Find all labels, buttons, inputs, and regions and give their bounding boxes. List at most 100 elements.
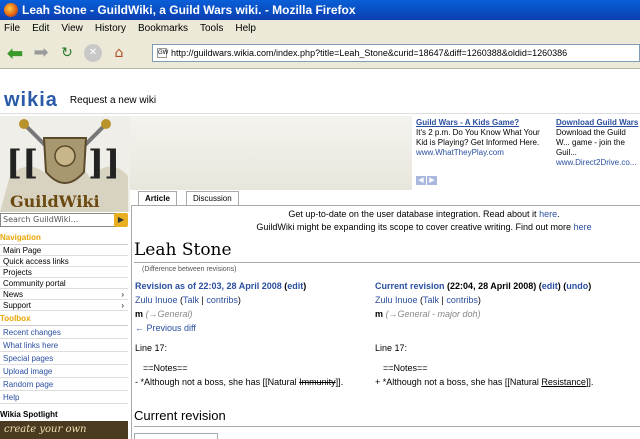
nav-news[interactable]: News › [0, 289, 128, 300]
nav-main-page[interactable]: Main Page [0, 245, 128, 256]
ad-1-body: It's 2 p.m. Do You Know What Your Kid is… [416, 128, 540, 147]
right-rev-summary-line: m (→General - major doh) [375, 307, 640, 321]
left-rev-user[interactable]: Zulu Inuoe [135, 295, 178, 305]
home-icon[interactable]: ⌂ [108, 42, 130, 64]
ad-2-body: Download the Guild W... game - join the … [556, 128, 626, 157]
ad-1-url[interactable]: www.WhatTheyPlay.com [416, 148, 551, 158]
ad-prev-icon[interactable]: ◀ [416, 176, 426, 185]
site-favicon-icon: GW [157, 48, 169, 58]
back-arrow-icon[interactable]: ⬅ [4, 41, 26, 65]
site-notice-link-2[interactable]: here [574, 222, 592, 232]
nav-projects[interactable]: Projects [0, 267, 128, 278]
toolbox-special-pages[interactable]: Special pages [0, 352, 128, 365]
ad-2-headline[interactable]: Download Guild Wars [556, 118, 640, 128]
firefox-icon [4, 3, 18, 17]
toolbox-what-links-here[interactable]: What links here [0, 339, 128, 352]
diff-right-column: Current revision (22:04, 28 April 2008) … [375, 279, 640, 389]
search-input[interactable]: Search GuildWiki... [0, 213, 127, 227]
toolbox-random-page[interactable]: Random page [0, 378, 128, 391]
guildwiki-logo[interactable]: [[ ]] GuildWiki [0, 116, 130, 212]
window-title: Leah Stone - GuildWiki, a Guild Wars wik… [22, 3, 356, 17]
spotlight-heading: Wikia Spotlight [0, 410, 58, 419]
menu-help[interactable]: Help [235, 23, 256, 34]
left-rev-edit-link[interactable]: edit [287, 281, 303, 291]
left-rev-user-line: Zulu Inuoe (Talk | contribs) [135, 295, 241, 305]
right-rev-summary: (→General - major doh) [385, 309, 481, 319]
spotlight-banner[interactable]: create your own [0, 421, 128, 439]
ad-1[interactable]: Guild Wars - A Kids Game? It's 2 p.m. Do… [416, 118, 551, 158]
menu-view[interactable]: View [61, 23, 83, 34]
right-rev-diff-line: + *Although not a boss, she has [[Natura… [375, 375, 640, 389]
menu-edit[interactable]: Edit [32, 23, 49, 34]
right-rev-talk[interactable]: Talk [423, 295, 439, 305]
right-rev-header-link[interactable]: Current revision [375, 281, 445, 291]
wikia-header: wikia Request a new wiki [0, 88, 640, 114]
menu-history[interactable]: History [95, 23, 126, 34]
toolbox-recent-changes[interactable]: Recent changes [0, 326, 128, 339]
title-divider [134, 262, 640, 263]
right-rev-header: Current revision (22:04, 28 April 2008) … [375, 281, 592, 291]
toolbox-heading: Toolbox [0, 314, 31, 323]
left-rev-notes: ==Notes== [143, 363, 188, 373]
site-notice-line1: Get up-to-date on the user database inte… [288, 209, 537, 219]
right-rev-notes: ==Notes== [383, 363, 428, 373]
left-rev-header: Revision as of 22:03, 28 April 2008 (edi… [135, 281, 307, 291]
menu-file[interactable]: File [4, 23, 20, 34]
ad-2-url[interactable]: www.Direct2Drive.co... [556, 158, 640, 168]
stop-icon: ✕ [84, 43, 102, 62]
navigation-heading: Navigation [0, 233, 41, 242]
right-rev-user-line: Zulu Inuoe (Talk | contribs) [375, 295, 481, 305]
tab-article[interactable]: Article [138, 191, 177, 205]
nav-quick-access-links[interactable]: Quick access links [0, 256, 128, 267]
right-diff-suffix: ]]. [585, 377, 594, 387]
left-rev-diff-line: - *Although not a boss, she has [[Natura… [135, 375, 371, 389]
left-rev-summary: (→General) [145, 309, 193, 319]
navigation-toolbar: ⬅ ➡ ↻ ✕ ⌂ GW http://guildwars.wikia.com/… [0, 37, 640, 69]
previous-diff-link[interactable]: ← Previous diff [135, 321, 371, 335]
tab-discussion[interactable]: Discussion [186, 191, 239, 205]
menu-tools[interactable]: Tools [200, 23, 223, 34]
toolbox-upload-image[interactable]: Upload image [0, 365, 128, 378]
right-rev-user[interactable]: Zulu Inuoe [375, 295, 418, 305]
ad-2[interactable]: Download Guild Wars Download the Guild W… [556, 118, 640, 168]
site-notice: Get up-to-date on the user database inte… [256, 209, 592, 232]
left-diff-changed: Immunity [299, 377, 336, 387]
right-rev-edit-link[interactable]: edit [542, 281, 558, 291]
search-go-icon[interactable]: ▶ [114, 213, 128, 227]
reload-icon[interactable]: ↻ [56, 42, 78, 64]
diff-left-column: Revision as of 22:03, 28 April 2008 (edi… [135, 279, 371, 389]
guildwiki-logo-text: GuildWiki [10, 192, 100, 211]
site-notice-link-1[interactable]: here [539, 209, 557, 219]
svg-text:[[: [[ [6, 143, 38, 183]
ad-next-icon[interactable]: ▶ [427, 176, 437, 185]
current-revision-heading: Current revision [134, 408, 226, 423]
right-rev-undo-link[interactable]: undo [566, 281, 588, 291]
toolbox-help[interactable]: Help [0, 391, 128, 404]
nav-support-label: Support [3, 301, 32, 310]
left-rev-minor: m [135, 309, 144, 319]
address-bar[interactable]: GW http://guildwars.wikia.com/index.php?… [152, 44, 640, 62]
nav-community-portal[interactable]: Community portal [0, 278, 128, 289]
page-subtitle: (Difference between revisions) [142, 266, 237, 273]
page-title: Leah Stone [134, 240, 232, 260]
chevron-right-icon: › [121, 290, 124, 299]
right-rev-contribs[interactable]: contribs [446, 295, 478, 305]
left-diff-suffix: ]]. [335, 377, 344, 387]
nav-support[interactable]: Support › [0, 300, 128, 311]
wikia-logo[interactable]: wikia [4, 89, 58, 112]
menu-bar: File Edit View History Bookmarks Tools H… [0, 20, 640, 37]
menu-bookmarks[interactable]: Bookmarks [138, 23, 188, 34]
forward-arrow-icon[interactable]: ➡ [30, 42, 52, 64]
ad-1-headline[interactable]: Guild Wars - A Kids Game? [416, 118, 551, 128]
header-artwork [130, 116, 412, 190]
right-diff-changed: Resistance [541, 377, 586, 387]
nav-news-label: News [3, 290, 24, 299]
svg-text:]]: ]] [88, 143, 120, 183]
left-rev-header-link[interactable]: Revision as of 22:03, 28 April 2008 [135, 281, 282, 291]
request-wiki-link[interactable]: Request a new wiki [70, 95, 156, 106]
left-diff-prefix: - *Although not a boss, she has [[Natura… [135, 377, 300, 387]
left-rev-contribs[interactable]: contribs [206, 295, 238, 305]
left-rev-talk[interactable]: Talk [183, 295, 199, 305]
navigation-portlet: Main Page Quick access links Projects Co… [0, 244, 128, 311]
stop-button[interactable]: ✕ [82, 42, 104, 64]
